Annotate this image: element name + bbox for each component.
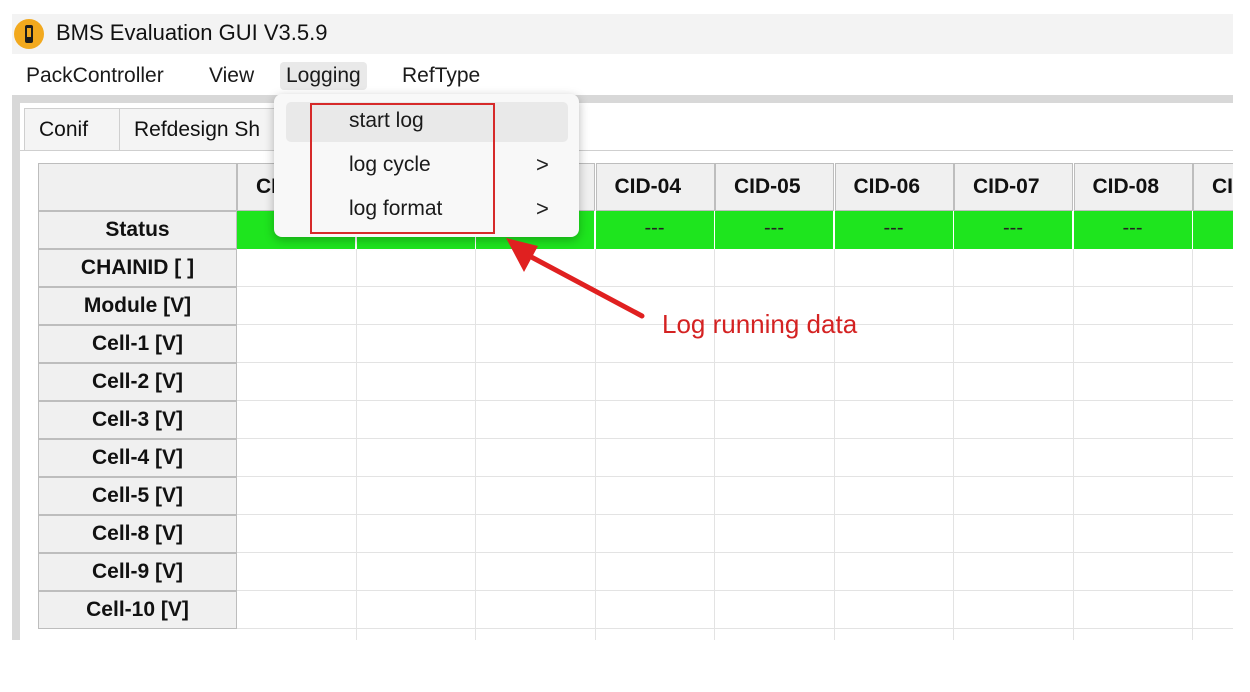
annotation-text: Log running data bbox=[662, 309, 858, 339]
annotation-arrow-icon bbox=[506, 238, 645, 319]
